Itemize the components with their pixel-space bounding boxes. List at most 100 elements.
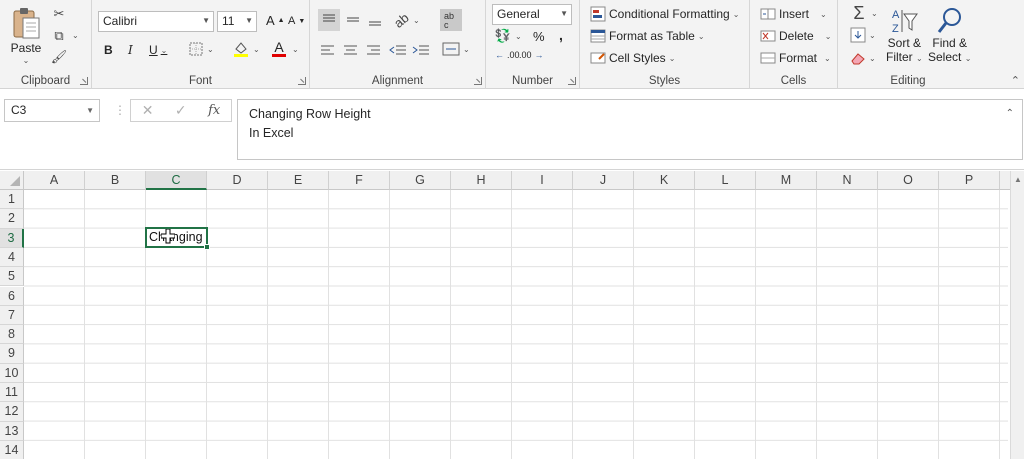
row-header-10[interactable]: 10 — [0, 363, 24, 383]
insert-function-button[interactable]: fx — [208, 103, 220, 118]
chevron-down-icon: ▼ — [86, 106, 94, 115]
column-header-l[interactable]: L — [695, 171, 756, 190]
row-header-4[interactable]: 4 — [0, 247, 24, 268]
underline-button[interactable]: U ⌄ — [149, 43, 167, 57]
row-header-8[interactable]: 8 — [0, 325, 24, 345]
orientation-button[interactable]: ab ⌄ — [391, 10, 420, 31]
column-header-o[interactable]: O — [878, 171, 939, 190]
font-size-select[interactable]: 11 ▼ — [217, 11, 257, 32]
collapse-formula-bar-icon[interactable]: ⌃ — [1006, 104, 1014, 123]
cut-icon[interactable]: ✂ — [50, 5, 68, 23]
column-header-a[interactable]: A — [24, 171, 85, 190]
number-group-label: Number — [512, 75, 553, 87]
shrink-font-button[interactable]: A ▼ — [288, 15, 305, 27]
column-header-m[interactable]: M — [756, 171, 817, 190]
alignment-launcher-icon[interactable] — [474, 77, 482, 85]
format-button[interactable]: Format ⌄ — [760, 50, 831, 66]
fill-color-button[interactable]: ⌄ — [232, 40, 260, 58]
borders-button[interactable]: ⌄ — [188, 41, 214, 57]
decrease-indent-icon[interactable] — [389, 42, 407, 58]
chevron-down-icon[interactable]: ⌄ — [23, 56, 30, 65]
delete-button[interactable]: Delete ⌄ — [760, 28, 831, 44]
row-header-11[interactable]: 11 — [0, 383, 24, 403]
chevron-down-icon: ⌄ — [869, 53, 876, 63]
row-header-3[interactable]: 3 — [0, 228, 24, 248]
fill-handle[interactable] — [204, 244, 210, 250]
comma-button[interactable]: , — [559, 27, 563, 43]
align-bottom-icon[interactable] — [366, 9, 384, 31]
cell-styles-button[interactable]: Cell Styles ⌄ — [590, 50, 675, 66]
formula-bar-grip-icon[interactable]: ⋮ — [114, 103, 126, 117]
increase-indent-icon[interactable] — [412, 42, 430, 58]
row-header-9[interactable]: 9 — [0, 344, 24, 364]
row-header-14[interactable]: 14 — [0, 440, 24, 459]
column-header-i[interactable]: I — [512, 171, 573, 190]
align-top-icon[interactable] — [318, 9, 340, 31]
column-header-f[interactable]: F — [329, 171, 390, 190]
row-header-12[interactable]: 12 — [0, 402, 24, 422]
decrease-decimal-button[interactable]: .00 → — [519, 50, 544, 60]
conditional-formatting-button[interactable]: Conditional Formatting ⌄ — [590, 6, 739, 22]
row-header-5[interactable]: 5 — [0, 267, 24, 287]
row-header-13[interactable]: 13 — [0, 421, 24, 441]
insert-button[interactable]: Insert ⌄ — [760, 6, 827, 22]
row-header-1[interactable]: 1 — [0, 190, 24, 210]
clear-button[interactable]: ⌄ — [850, 50, 876, 66]
font-name-select[interactable]: Calibri ▼ — [98, 11, 214, 32]
format-as-table-button[interactable]: Format as Table ⌄ — [590, 28, 705, 44]
align-middle-icon[interactable] — [344, 9, 362, 31]
chevron-down-icon[interactable]: ⌄ — [292, 45, 299, 54]
accounting-format-button[interactable]: 💱 ⌄ — [494, 27, 522, 45]
bold-button[interactable]: B — [104, 43, 113, 57]
collapse-ribbon-icon[interactable]: ⌃ — [1011, 74, 1020, 87]
chevron-down-icon: ▼ — [560, 9, 568, 18]
format-painter-icon[interactable]: 🖌 — [50, 48, 68, 66]
align-left-icon[interactable] — [320, 42, 336, 58]
name-box[interactable]: C3 ▼ — [4, 99, 100, 122]
copy-icon[interactable]: ⧉ — [50, 27, 68, 45]
active-cell-c3[interactable]: Changing — [145, 227, 210, 250]
fill-button[interactable]: ⌄ — [850, 27, 876, 43]
row-header-7[interactable]: 7 — [0, 305, 24, 326]
font-launcher-icon[interactable] — [298, 77, 306, 85]
percent-button[interactable]: % — [533, 29, 545, 44]
column-header-b[interactable]: B — [85, 171, 146, 190]
column-header-j[interactable]: J — [573, 171, 634, 190]
increase-decimal-button[interactable]: ← .00 — [495, 50, 520, 60]
chevron-down-icon: ⌄ — [964, 54, 972, 63]
align-center-icon[interactable] — [343, 42, 359, 58]
vertical-scrollbar[interactable]: ▲ — [1010, 171, 1024, 459]
column-header-e[interactable]: E — [268, 171, 329, 190]
number-format-select[interactable]: General ▼ — [492, 4, 572, 25]
column-header-h[interactable]: H — [451, 171, 512, 190]
percent-label: % — [533, 29, 545, 44]
grow-font-button[interactable]: A ▲ — [266, 13, 285, 28]
column-header-d[interactable]: D — [207, 171, 268, 190]
formula-input[interactable]: Changing Row Height In Excel ⌃ — [237, 99, 1023, 160]
column-header-g[interactable]: G — [390, 171, 451, 190]
merge-center-button[interactable]: ⌄ — [442, 41, 470, 57]
align-right-icon[interactable] — [366, 42, 382, 58]
sort-filter-button[interactable]: A Z Sort & Filter ⌄ — [886, 6, 923, 66]
italic-button[interactable]: I — [128, 43, 133, 57]
chevron-down-icon: ⌄ — [824, 31, 832, 41]
column-header-k[interactable]: K — [634, 171, 695, 190]
confirm-entry-icon[interactable]: ✓ — [175, 102, 187, 119]
font-color-button[interactable]: A — [272, 40, 286, 57]
column-header-p[interactable]: P — [939, 171, 1000, 190]
select-all-button[interactable] — [0, 171, 24, 190]
autosum-button[interactable]: Σ ⌄ — [850, 3, 877, 23]
cancel-entry-icon[interactable]: ✕ — [142, 102, 154, 119]
paste-button[interactable]: Paste ⌄ — [10, 6, 42, 65]
column-header-c[interactable]: C — [146, 171, 207, 190]
row-header-2[interactable]: 2 — [0, 209, 24, 229]
font-size-value: 11 — [222, 14, 235, 28]
chevron-down-icon[interactable]: ⌄ — [72, 31, 79, 40]
column-header-n[interactable]: N — [817, 171, 878, 190]
scroll-up-icon[interactable]: ▲ — [1014, 175, 1022, 184]
number-launcher-icon[interactable] — [568, 77, 576, 85]
find-select-button[interactable]: Find & Select ⌄ — [928, 6, 971, 66]
row-header-6[interactable]: 6 — [0, 286, 24, 306]
wrap-text-icon[interactable]: abc — [440, 9, 462, 31]
clipboard-launcher-icon[interactable] — [80, 77, 88, 85]
